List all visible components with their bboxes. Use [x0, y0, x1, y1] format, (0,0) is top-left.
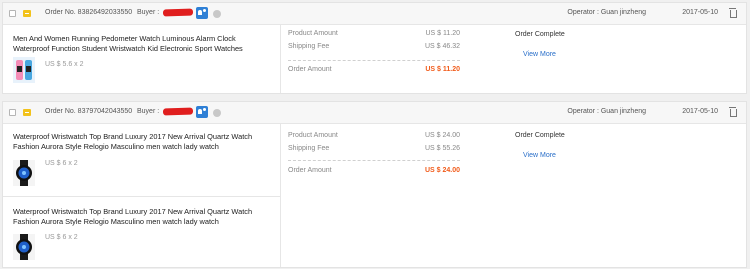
order-amounts: Product Amount US $ 24.00 Shipping Fee U…: [288, 132, 488, 158]
order-amount-label: Order Amount: [288, 66, 332, 73]
flag-icon[interactable]: [23, 109, 31, 116]
product-title[interactable]: Men And Women Running Pedometer Watch Lu…: [13, 34, 273, 54]
product-title[interactable]: Waterproof Wristwatch Top Brand Luxury 2…: [13, 132, 273, 152]
product-amount-row: Product Amount US $ 24.00: [288, 132, 488, 145]
order-header: Order No. 83797042043550 Buyer : Operato…: [3, 102, 746, 124]
product-line: Waterproof Wristwatch Top Brand Luxury 2…: [3, 124, 281, 196]
operator-label: Operator : Guan jinzheng: [567, 9, 646, 16]
product-line: Waterproof Wristwatch Top Brand Luxury 2…: [3, 196, 281, 267]
flag-icon[interactable]: [23, 10, 31, 17]
product-thumbnail-icon[interactable]: [13, 57, 35, 83]
online-status-icon: [213, 109, 221, 117]
order-status: Order Complete: [515, 132, 565, 139]
amount-divider: [288, 60, 460, 61]
shipping-fee-label: Shipping Fee: [288, 145, 330, 152]
view-more-link[interactable]: View More: [523, 152, 556, 159]
order-date: 2017-05-10: [682, 108, 718, 115]
product-thumbnail-icon[interactable]: [13, 234, 35, 260]
product-price-quantity: US $ 6 x 2: [45, 234, 78, 241]
buyer-name-redacted: [162, 8, 194, 17]
order-amount-row: Order Amount US $ 11.20: [288, 66, 488, 79]
order-amount-value: US $ 11.20: [425, 66, 460, 73]
amount-divider: [288, 160, 460, 161]
shipping-fee-row: Shipping Fee US $ 46.32: [288, 43, 488, 56]
select-order-checkbox[interactable]: [9, 109, 16, 116]
order-amount-label: Order Amount: [288, 167, 332, 174]
view-more-link[interactable]: View More: [523, 51, 556, 58]
product-amount-label: Product Amount: [288, 30, 338, 37]
message-buyer-icon[interactable]: [196, 7, 208, 19]
order-amount-row: Order Amount US $ 24.00: [288, 167, 488, 180]
product-price-quantity: US $ 6 x 2: [45, 160, 78, 167]
order-card: Order No. 83797042043550 Buyer : Operato…: [2, 101, 747, 268]
buyer-name-redacted: [162, 107, 194, 116]
online-status-icon: [213, 10, 221, 18]
order-amount-value: US $ 24.00: [424, 167, 460, 174]
buyer-label: Buyer :: [137, 9, 160, 16]
product-amount-value: US $ 11.20: [425, 30, 460, 37]
product-thumbnail-icon[interactable]: [13, 160, 35, 186]
order-number: Order No. 83826492033550: [45, 9, 133, 16]
delete-trash-icon[interactable]: [729, 8, 737, 18]
buyer-label: Buyer :: [137, 108, 160, 115]
order-amounts: Product Amount US $ 11.20 Shipping Fee U…: [288, 30, 488, 56]
product-amount-row: Product Amount US $ 11.20: [288, 30, 488, 43]
order-total: Order Amount US $ 24.00: [288, 167, 488, 180]
product-amount-value: US $ 24.00: [424, 132, 460, 139]
order-status: Order Complete: [515, 31, 565, 38]
delete-trash-icon[interactable]: [729, 107, 737, 117]
message-buyer-icon[interactable]: [196, 106, 208, 118]
order-card: Order No. 83826492033550 Buyer : Operato…: [2, 2, 747, 94]
order-total: Order Amount US $ 11.20: [288, 66, 488, 79]
order-number: Order No. 83797042043550: [45, 108, 133, 115]
product-price-quantity: US $ 5.6 x 2: [45, 61, 84, 68]
product-amount-label: Product Amount: [288, 132, 338, 139]
shipping-fee-value: US $ 46.32: [424, 43, 460, 50]
order-header: Order No. 83826492033550 Buyer : Operato…: [3, 3, 746, 25]
product-line: Men And Women Running Pedometer Watch Lu…: [3, 25, 281, 93]
shipping-fee-row: Shipping Fee US $ 55.26: [288, 145, 488, 158]
shipping-fee-value: US $ 55.26: [424, 145, 460, 152]
operator-label: Operator : Guan jinzheng: [567, 108, 646, 115]
order-date: 2017-05-10: [682, 9, 718, 16]
product-title[interactable]: Waterproof Wristwatch Top Brand Luxury 2…: [13, 207, 273, 227]
select-order-checkbox[interactable]: [9, 10, 16, 17]
shipping-fee-label: Shipping Fee: [288, 43, 330, 50]
